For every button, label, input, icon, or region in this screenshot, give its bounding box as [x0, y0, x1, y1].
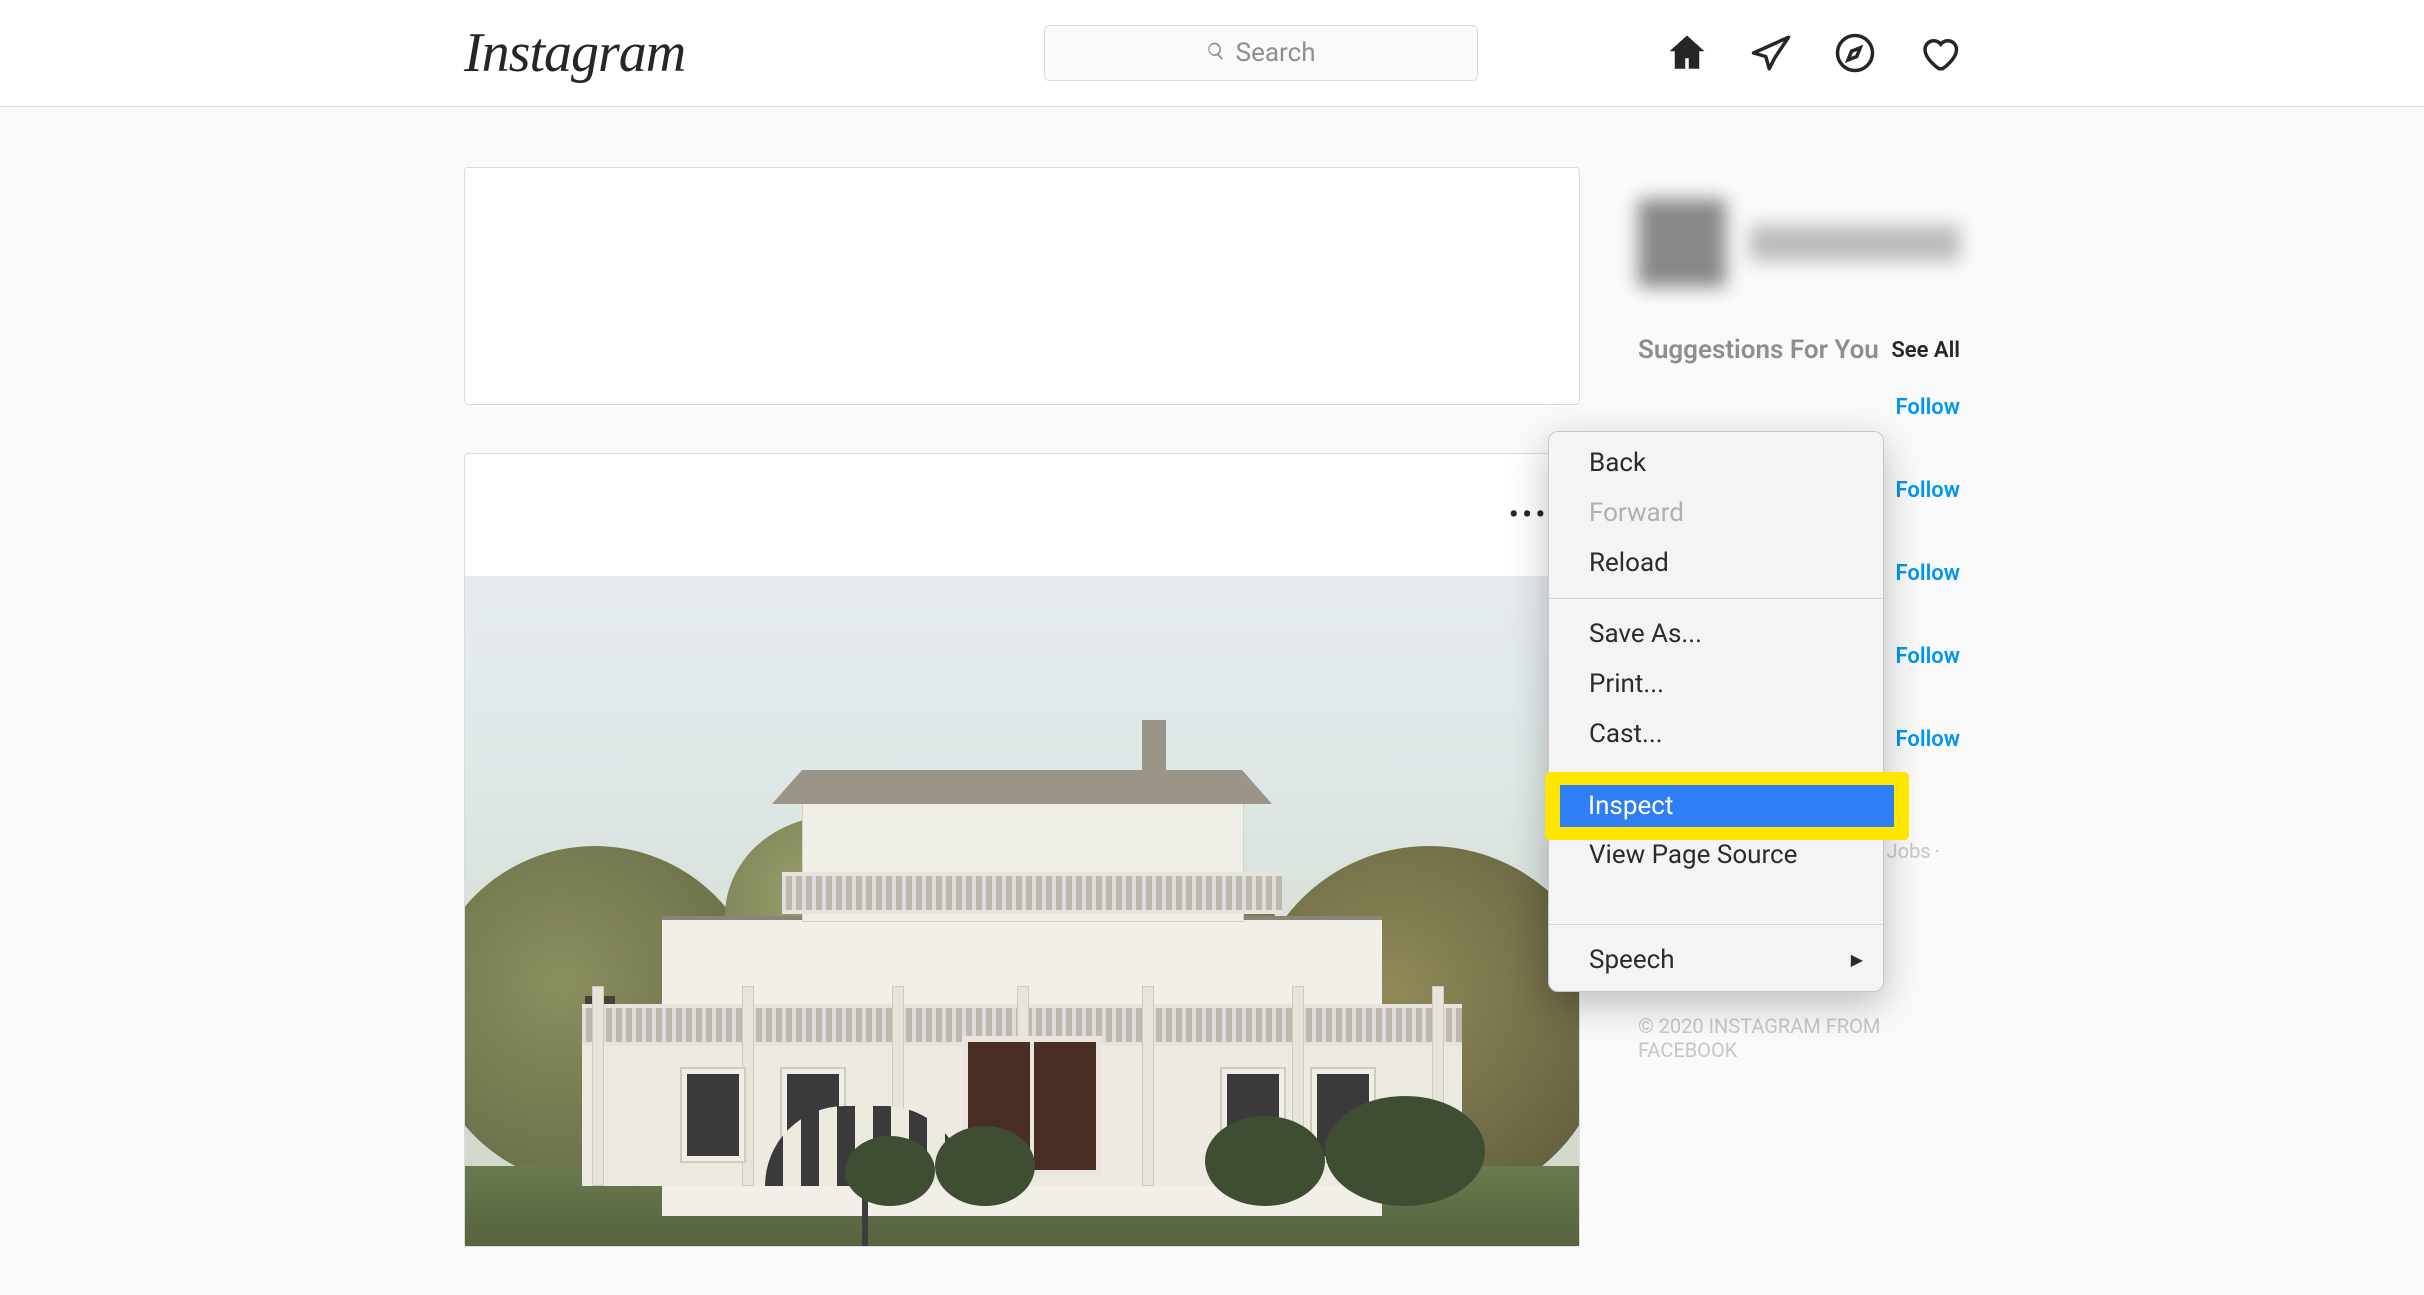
avatar	[1638, 199, 1726, 287]
search-icon	[1206, 38, 1226, 68]
messages-icon[interactable]	[1750, 32, 1792, 74]
context-menu-back[interactable]: Back	[1549, 432, 1883, 488]
context-menu-print[interactable]: Print...	[1549, 659, 1883, 709]
feed-card	[464, 167, 1580, 405]
instagram-logo[interactable]: Instagram	[464, 21, 685, 85]
follow-button[interactable]: Follow	[1896, 395, 1960, 420]
nav-icons	[1666, 32, 1960, 74]
see-all-link[interactable]: See All	[1891, 338, 1960, 363]
follow-button[interactable]: Follow	[1896, 727, 1960, 752]
context-menu-save-as[interactable]: Save As...	[1549, 603, 1883, 659]
context-menu-cast[interactable]: Cast...	[1549, 709, 1883, 759]
context-menu-inspect-highlight: Inspect	[1548, 775, 1906, 837]
footer-link[interactable]: Jobs	[1887, 839, 1931, 863]
suggestion-item: Follow	[1638, 395, 1960, 420]
follow-button[interactable]: Follow	[1896, 644, 1960, 669]
feed: •••	[464, 167, 1580, 1295]
copyright: © 2020 INSTAGRAM FROM FACEBOOK	[1638, 1014, 1960, 1062]
follow-button[interactable]: Follow	[1896, 478, 1960, 503]
context-menu-speech[interactable]: Speech	[1549, 929, 1883, 991]
home-icon[interactable]	[1666, 32, 1708, 74]
follow-button[interactable]: Follow	[1896, 561, 1960, 586]
post-more-button[interactable]: •••	[1509, 500, 1549, 530]
context-menu-inspect[interactable]: Inspect	[1560, 785, 1894, 827]
header: Instagram Search	[0, 0, 2424, 107]
activity-icon[interactable]	[1918, 32, 1960, 74]
explore-icon[interactable]	[1834, 32, 1876, 74]
context-menu: Back Forward Reload Save As... Print... …	[1548, 431, 1884, 992]
suggestions-title: Suggestions For You	[1638, 335, 1879, 365]
feed-post: •••	[464, 453, 1580, 1247]
search-placeholder: Search	[1236, 38, 1316, 68]
context-menu-reload[interactable]: Reload	[1549, 538, 1883, 594]
profile-summary[interactable]	[1638, 199, 1960, 287]
context-menu-forward: Forward	[1549, 488, 1883, 538]
post-image[interactable]	[465, 576, 1579, 1246]
profile-name	[1750, 225, 1960, 261]
search-input[interactable]: Search	[1044, 25, 1478, 81]
